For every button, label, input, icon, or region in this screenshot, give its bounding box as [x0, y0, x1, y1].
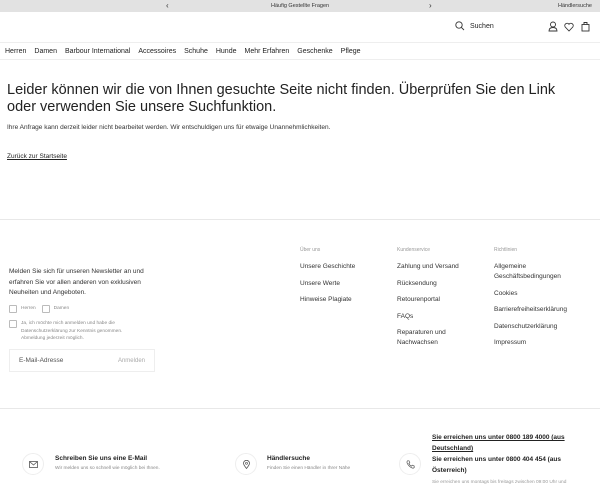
cart-bag-icon[interactable] [581, 21, 590, 32]
footer-link[interactable]: Reparaturen und Nachwachsen [397, 328, 482, 348]
phone-icon [406, 460, 415, 469]
phone-austria: Sie erreichen uns unter 0800 404 454 (au… [432, 454, 592, 476]
footer-link[interactable]: Retourenportal [397, 295, 482, 305]
herren-label: Herren [21, 305, 36, 313]
dealer-link[interactable]: Händlersuche [558, 3, 592, 9]
faq-link[interactable]: Häufig Gestellte Fragen [271, 3, 329, 9]
email-subtitle: Wir melden uns so schnell wie möglich be… [55, 466, 160, 471]
col-heading: Richtlinien [494, 247, 594, 253]
footer-col-about: Über uns Unsere Geschichte Unsere Werte … [300, 247, 390, 312]
email-title: Schreiben Sie uns eine E-Mail [55, 455, 160, 462]
newsletter-text: Melden Sie sich für unseren Newsletter a… [9, 267, 149, 299]
search-label: Suchen [470, 23, 494, 30]
nav-barbour-international[interactable]: Barbour International [65, 48, 130, 55]
envelope-icon [29, 461, 38, 468]
account-icon[interactable] [548, 21, 558, 32]
footer-link[interactable]: Cookies [494, 289, 594, 299]
footer-col-service: Kundenservice Zahlung und Versand Rückse… [397, 247, 482, 355]
nav-herren[interactable]: Herren [5, 48, 26, 55]
header: Suchen [0, 12, 600, 42]
footer-link[interactable]: Zahlung und Versand [397, 262, 482, 272]
footer-link[interactable]: Hinweise Plagiate [300, 295, 390, 305]
chevron-left-icon[interactable]: ‹ [166, 1, 169, 10]
phone-germany-link[interactable]: Sie erreichen uns unter 0800 189 4000 (a… [432, 432, 592, 454]
footer-link[interactable]: Rücksendung [397, 279, 482, 289]
damen-checkbox[interactable] [42, 305, 50, 313]
dealer-circle[interactable] [235, 453, 257, 475]
col-heading: Kundenservice [397, 247, 482, 253]
email-contact[interactable]: Schreiben Sie uns eine E-Mail Wir melden… [55, 455, 160, 471]
phone-hours: Sie erreichen uns montags bis freitags z… [432, 477, 592, 488]
error-message: Ihre Anfrage kann derzeit leider nicht b… [7, 124, 330, 131]
phone-circle[interactable] [399, 453, 421, 475]
footer-link[interactable]: Unsere Geschichte [300, 262, 390, 272]
email-circle[interactable] [22, 453, 44, 475]
nav-pflege[interactable]: Pflege [341, 48, 361, 55]
footer-link[interactable]: Unsere Werte [300, 279, 390, 289]
footer-link[interactable]: Allgemeine Geschäftsbedingungen [494, 262, 594, 282]
search-button[interactable]: Suchen [455, 21, 494, 31]
consent-text: Ja, ich möchte mich anmelden und habe di… [21, 320, 141, 343]
nav-damen[interactable]: Damen [34, 48, 57, 55]
search-icon [455, 21, 465, 31]
footer-link[interactable]: Impressum [494, 338, 594, 348]
chevron-right-icon[interactable]: › [429, 1, 432, 10]
dealer-title: Händlersuche [267, 455, 350, 462]
consent-checkbox[interactable] [9, 320, 17, 328]
nav-hunde[interactable]: Hunde [216, 48, 237, 55]
footer-col-policies: Richtlinien Allgemeine Geschäftsbedingun… [494, 247, 594, 355]
main-nav: Herren Damen Barbour International Acces… [0, 42, 600, 60]
location-pin-icon [243, 460, 250, 469]
top-bar: ‹ Häufig Gestellte Fragen › Händlersuche [0, 0, 600, 12]
nav-geschenke[interactable]: Geschenke [297, 48, 332, 55]
footer-link[interactable]: Barrierefreiheitserklärung [494, 305, 594, 315]
wishlist-heart-icon[interactable] [564, 22, 574, 32]
newsletter-form: E-Mail-Adresse Anmelden [9, 349, 155, 372]
divider [0, 408, 600, 409]
nav-mehr-erfahren[interactable]: Mehr Erfahren [245, 48, 290, 55]
nav-schuhe[interactable]: Schuhe [184, 48, 208, 55]
footer-link[interactable]: Datenschutzerklärung [494, 322, 594, 332]
nav-accessoires[interactable]: Accessoires [138, 48, 176, 55]
dealer-subtitle: Finden Sie einen Händler in Ihrer Nähe [267, 466, 350, 471]
divider [0, 219, 600, 220]
damen-label: Damen [54, 305, 69, 313]
col-heading: Über uns [300, 247, 390, 253]
footer-link[interactable]: FAQs [397, 312, 482, 322]
email-input[interactable]: E-Mail-Adresse [19, 357, 63, 364]
dealer-contact[interactable]: Händlersuche Finden Sie einen Händler in… [267, 455, 350, 471]
page-title: Leider können wir die von Ihnen gesuchte… [7, 82, 567, 116]
back-to-home-link[interactable]: Zurück zur Startseite [7, 153, 67, 160]
herren-checkbox[interactable] [9, 305, 17, 313]
subscribe-button[interactable]: Anmelden [118, 358, 145, 364]
